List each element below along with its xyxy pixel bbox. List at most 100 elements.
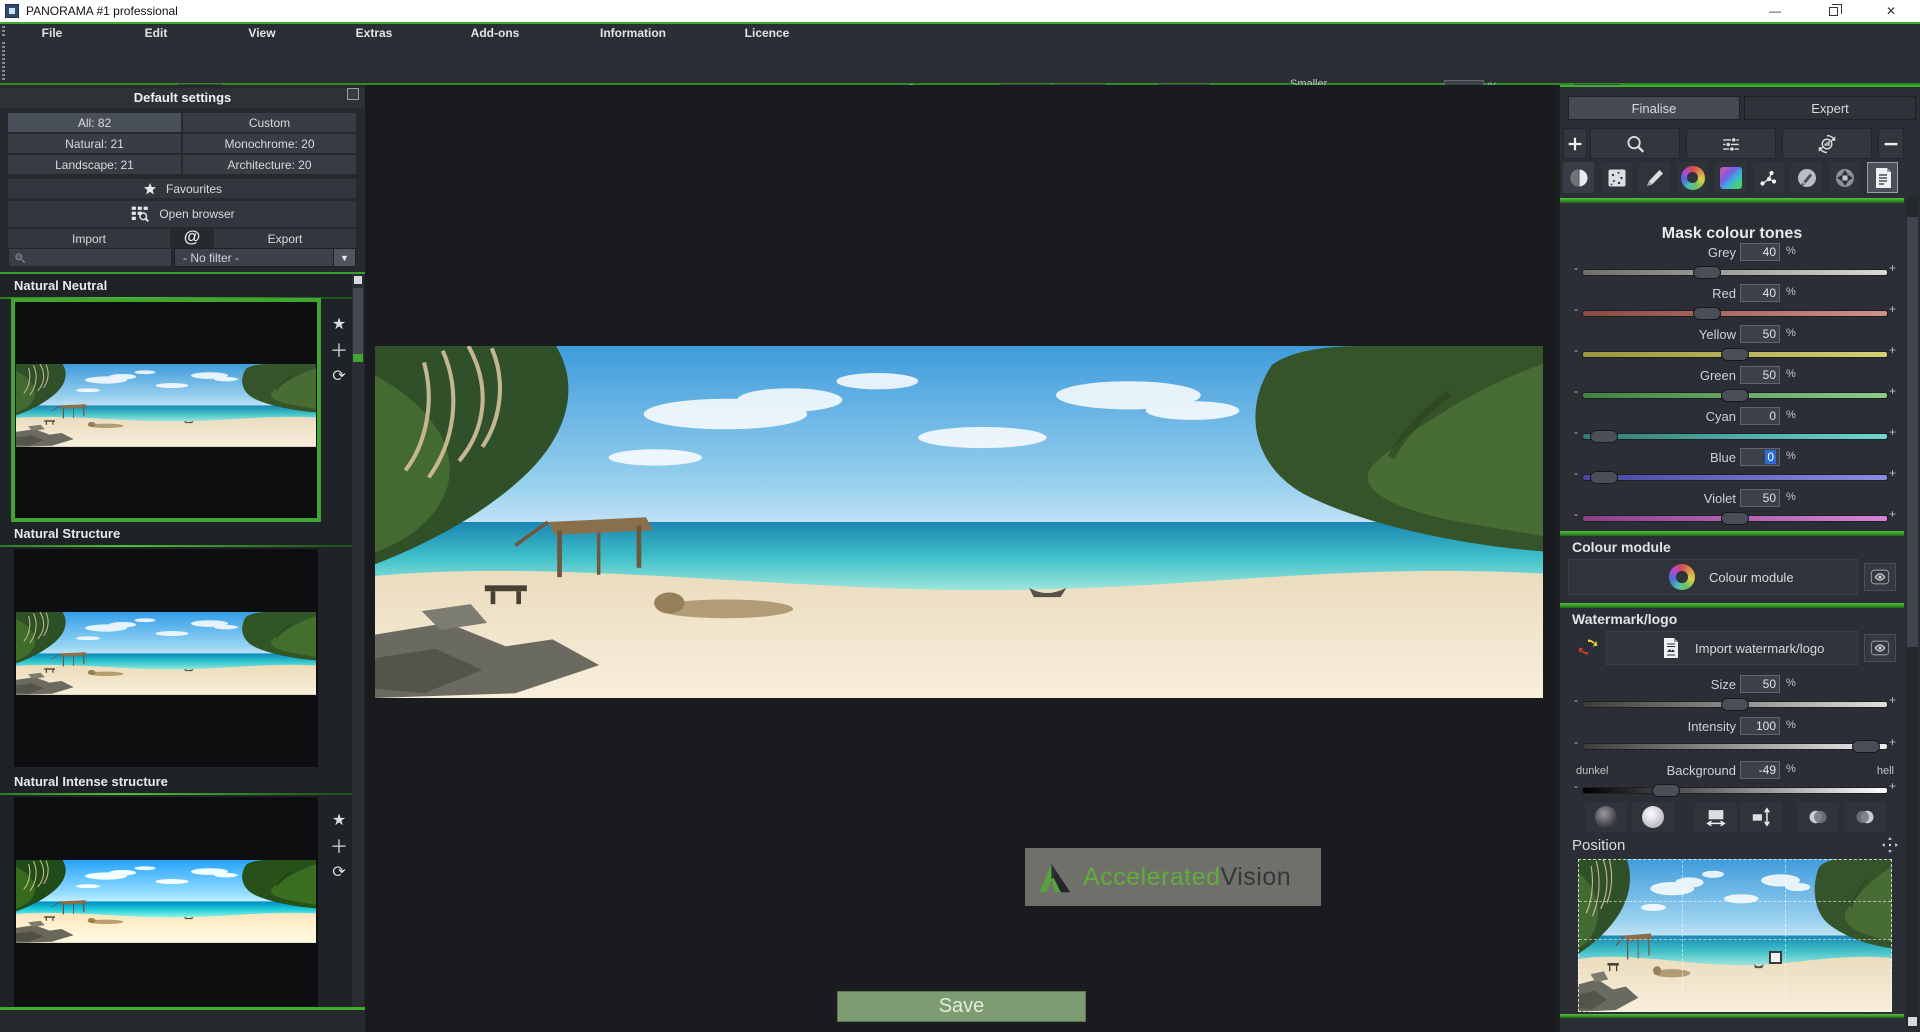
- sync-colored-icon[interactable]: [1576, 635, 1600, 659]
- favourites-button[interactable]: Favourites: [8, 179, 356, 198]
- adjustments-button[interactable]: [1686, 128, 1776, 159]
- increase-button[interactable]: +: [1889, 507, 1896, 521]
- increase-button[interactable]: +: [1889, 261, 1896, 275]
- mask-blue-handle[interactable]: [1590, 471, 1618, 484]
- mask-grey-value-input[interactable]: 40: [1740, 243, 1780, 261]
- decrease-button[interactable]: -: [1574, 507, 1578, 521]
- menu-licence[interactable]: Licence: [739, 25, 796, 41]
- mask-red-value-input[interactable]: 40: [1740, 284, 1780, 302]
- increase-button[interactable]: +: [1889, 384, 1896, 398]
- vignette-dark-toggle[interactable]: [1585, 802, 1627, 832]
- restore-button-icon[interactable]: [1804, 0, 1862, 22]
- vignette-light-toggle[interactable]: [1632, 802, 1674, 832]
- increase-button[interactable]: +: [1889, 302, 1896, 316]
- mask-grey-handle[interactable]: [1693, 266, 1721, 279]
- favourite-star-icon[interactable]: ★: [326, 312, 352, 338]
- preset-list-scrollbar[interactable]: [352, 274, 364, 1007]
- mask-green-handle[interactable]: [1721, 389, 1749, 402]
- tab-finalise[interactable]: Finalise: [1568, 96, 1740, 120]
- watermark-position-handle[interactable]: [1769, 951, 1782, 964]
- remove-button[interactable]: [1878, 128, 1904, 159]
- increase-button[interactable]: +: [1889, 343, 1896, 357]
- decrease-button[interactable]: -: [1574, 425, 1578, 439]
- watermark-background-track[interactable]: [1582, 787, 1888, 794]
- preset-thumbnail[interactable]: [14, 301, 318, 519]
- toolbar-drag-handle[interactable]: [2, 42, 5, 81]
- category-landscape[interactable]: Landscape: 21: [8, 155, 181, 174]
- move-position-icon[interactable]: [1880, 835, 1900, 855]
- category-custom[interactable]: Custom: [183, 113, 356, 132]
- menu-view[interactable]: View: [242, 25, 281, 41]
- add-button[interactable]: [1563, 128, 1587, 159]
- module-preset-list-icon[interactable]: [1867, 162, 1898, 193]
- watermark-overlay[interactable]: AcceleratedVision: [1025, 848, 1321, 906]
- increase-button[interactable]: +: [1889, 466, 1896, 480]
- mask-blue-value-input[interactable]: 0: [1740, 448, 1780, 466]
- increase-button[interactable]: +: [1889, 693, 1896, 707]
- menu-file[interactable]: File: [36, 25, 69, 41]
- decrease-button[interactable]: -: [1574, 693, 1578, 707]
- menu-information[interactable]: Information: [594, 25, 672, 41]
- add-plus-icon[interactable]: ＋: [326, 338, 352, 364]
- category-all[interactable]: All: 82: [8, 113, 181, 132]
- mask-yellow-handle[interactable]: [1721, 348, 1749, 361]
- decrease-button[interactable]: -: [1574, 466, 1578, 480]
- panel-options-icon[interactable]: [347, 88, 359, 100]
- mask-violet-value-input[interactable]: 50: [1740, 489, 1780, 507]
- increase-button[interactable]: +: [1889, 425, 1896, 439]
- position-thumbnail[interactable]: [1578, 859, 1892, 1012]
- module-contrast-icon[interactable]: [1563, 162, 1594, 193]
- mask-red-track[interactable]: [1582, 310, 1888, 317]
- mask-violet-handle[interactable]: [1721, 512, 1749, 525]
- category-architecture[interactable]: Architecture: 20: [183, 155, 356, 174]
- module-colour-cube-icon[interactable]: [1715, 162, 1746, 193]
- close-button-icon[interactable]: ✕: [1862, 0, 1920, 22]
- decrease-button[interactable]: -: [1574, 302, 1578, 316]
- menu-extras[interactable]: Extras: [350, 25, 399, 41]
- module-colour-wheel-icon[interactable]: [1677, 162, 1708, 193]
- decrease-button[interactable]: -: [1574, 779, 1578, 793]
- menubar-drag-handle[interactable]: [2, 26, 5, 38]
- save-button[interactable]: Save: [837, 991, 1086, 1022]
- colour-module-button[interactable]: Colour module: [1568, 559, 1858, 595]
- watermark-size-handle[interactable]: [1721, 698, 1749, 711]
- watermark-intensity-handle[interactable]: [1852, 740, 1880, 753]
- mask-green-value-input[interactable]: 50: [1740, 366, 1780, 384]
- module-curves-icon[interactable]: [1753, 162, 1784, 193]
- minimize-button-icon[interactable]: —: [1746, 0, 1804, 22]
- auto-settings-button[interactable]: [1782, 128, 1872, 159]
- preset-thumbnail[interactable]: [14, 797, 318, 1010]
- preset-thumbnail[interactable]: [14, 549, 318, 767]
- mask-red-handle[interactable]: [1693, 307, 1721, 320]
- watermark-size-value-input[interactable]: 50: [1740, 675, 1780, 693]
- decrease-button[interactable]: -: [1574, 261, 1578, 275]
- increase-button[interactable]: +: [1889, 735, 1896, 749]
- module-sharpen-icon[interactable]: [1829, 162, 1860, 193]
- module-denoise-icon[interactable]: [1601, 162, 1632, 193]
- watermark-background-handle[interactable]: [1652, 784, 1680, 797]
- module-brush-icon[interactable]: [1791, 162, 1822, 193]
- watermark-background-value-input[interactable]: -49: [1740, 761, 1780, 779]
- sync-arrows-icon[interactable]: ⟳: [326, 364, 352, 390]
- tab-expert[interactable]: Expert: [1744, 96, 1916, 120]
- mask-blue-track[interactable]: [1582, 474, 1888, 481]
- open-browser-button[interactable]: Open browser: [8, 201, 356, 227]
- mask-yellow-value-input[interactable]: 50: [1740, 325, 1780, 343]
- export-button[interactable]: Export: [214, 229, 356, 249]
- import-watermark-button[interactable]: Import watermark/logo: [1606, 631, 1858, 665]
- decrease-button[interactable]: -: [1574, 343, 1578, 357]
- increase-button[interactable]: +: [1889, 779, 1896, 793]
- import-button[interactable]: Import: [8, 229, 170, 249]
- module-retouch-icon[interactable]: [1639, 162, 1670, 193]
- mask-cyan-track[interactable]: [1582, 433, 1888, 440]
- blend-left-toggle[interactable]: [1797, 802, 1839, 832]
- decrease-button[interactable]: -: [1574, 384, 1578, 398]
- filter-dropdown[interactable]: - No filter - ▼: [174, 248, 356, 267]
- category-monochrome[interactable]: Monochrome: 20: [183, 134, 356, 153]
- watermark-intensity-value-input[interactable]: 100: [1740, 717, 1780, 735]
- colour-module-apply-button[interactable]: [1864, 563, 1896, 591]
- mask-cyan-value-input[interactable]: 0: [1740, 407, 1780, 425]
- menu-addons[interactable]: Add-ons: [465, 25, 526, 41]
- decrease-button[interactable]: -: [1574, 735, 1578, 749]
- watermark-intensity-track[interactable]: [1582, 743, 1888, 750]
